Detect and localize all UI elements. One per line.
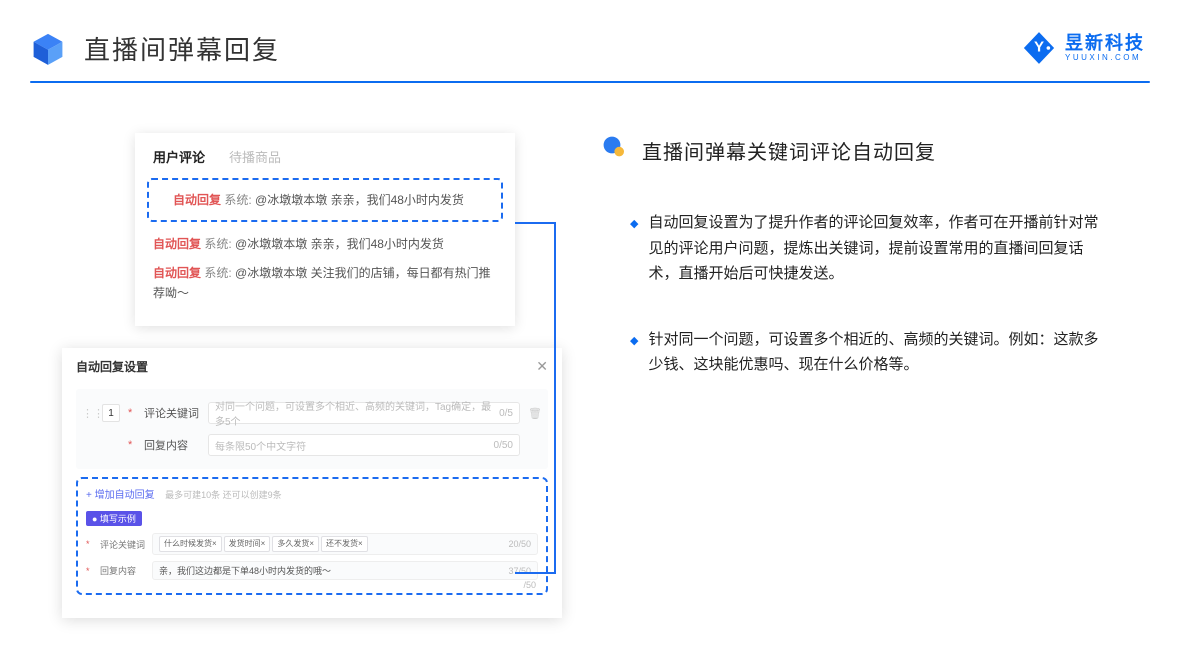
svg-text:Y: Y [1034, 39, 1044, 56]
keyword-input[interactable]: 对同一个问题，可设置多个相近、高频的关键词，Tag确定，最多5个 0/5 [208, 402, 520, 424]
auto-reply-badge: 自动回复 [173, 193, 221, 207]
delete-icon[interactable]: 🗑 [528, 407, 542, 420]
reply-content-row: * 回复内容 每条限50个中文字符 0/50 [82, 429, 542, 461]
example-reply-input[interactable]: 亲，我们这边都是下单48小时内发货的哦～ 37/50 [152, 561, 538, 580]
reply-input[interactable]: 每条限50个中文字符 0/50 [208, 434, 520, 456]
page-title: 直播间弹幕回复 [84, 30, 280, 67]
overflow-count: /50 [523, 580, 536, 590]
example-badge: ● 填写示例 [86, 511, 142, 526]
section-title: 直播间弹幕关键词评论自动回复 [642, 136, 936, 165]
highlighted-comment: 自动回复 系统: @冰墩墩本墩 亲亲，我们48小时内发货 [147, 178, 503, 222]
auto-reply-badge: 自动回复 [153, 266, 201, 280]
auto-reply-badge: 自动回复 [153, 237, 201, 251]
add-hint: 最多可建10条 还可以创建9条 [165, 490, 282, 500]
add-auto-reply-link[interactable]: + 增加自动回复 [86, 490, 155, 501]
brand-name-cn: 昱新科技 [1065, 34, 1145, 54]
diamond-icon: ◆ [630, 332, 638, 378]
auto-reply-settings-panel: 自动回复设置 ✕ ⋮⋮ 1 * 评论关键词 对同一个问题，可设置多个相近、高频的… [62, 348, 562, 618]
bullet-2: ◆ 针对同一个问题，可设置多个相近的、高频的关键词。例如：这款多少钱、这块能优惠… [630, 327, 1100, 378]
cube-icon [30, 31, 66, 67]
drag-handle-icon[interactable]: ⋮⋮ [82, 407, 94, 420]
brand-icon: Y [1021, 30, 1057, 66]
brand-logo: Y 昱新科技 YUUXIN.COM [1021, 30, 1145, 66]
close-icon[interactable]: ✕ [536, 358, 548, 375]
chat-bubble-icon [600, 133, 630, 168]
tab-user-comments[interactable]: 用户评论 [153, 147, 205, 166]
comment-panel: 用户评论 待播商品 自动回复 系统: @冰墩墩本墩 亲亲，我们48小时内发货 自… [135, 133, 515, 326]
example-highlight: + 增加自动回复 最多可建10条 还可以创建9条 ● 填写示例 * 评论关键词 … [76, 477, 548, 595]
row-index: 1 [102, 404, 120, 422]
tab-pending-goods[interactable]: 待播商品 [229, 147, 281, 166]
diamond-icon: ◆ [630, 215, 638, 287]
example-keyword-input[interactable]: 什么时候发货× 发货时间× 多久发货× 还不发货× 20/50 [152, 533, 538, 555]
explanation-panel: 直播间弹幕关键词评论自动回复 ◆ 自动回复设置为了提升作者的评论回复效率，作者可… [540, 133, 1100, 418]
brand-name-en: YUUXIN.COM [1065, 54, 1145, 63]
keyword-row: ⋮⋮ 1 * 评论关键词 对同一个问题，可设置多个相近、高频的关键词，Tag确定… [82, 397, 542, 429]
bullet-1: ◆ 自动回复设置为了提升作者的评论回复效率，作者可在开播前针对常见的评论用户问题… [630, 210, 1100, 287]
settings-panel-title: 自动回复设置 [76, 358, 148, 375]
screenshot-illustration: 用户评论 待播商品 自动回复 系统: @冰墩墩本墩 亲亲，我们48小时内发货 自… [30, 133, 540, 418]
page-header: 直播间弹幕回复 [0, 0, 1180, 77]
